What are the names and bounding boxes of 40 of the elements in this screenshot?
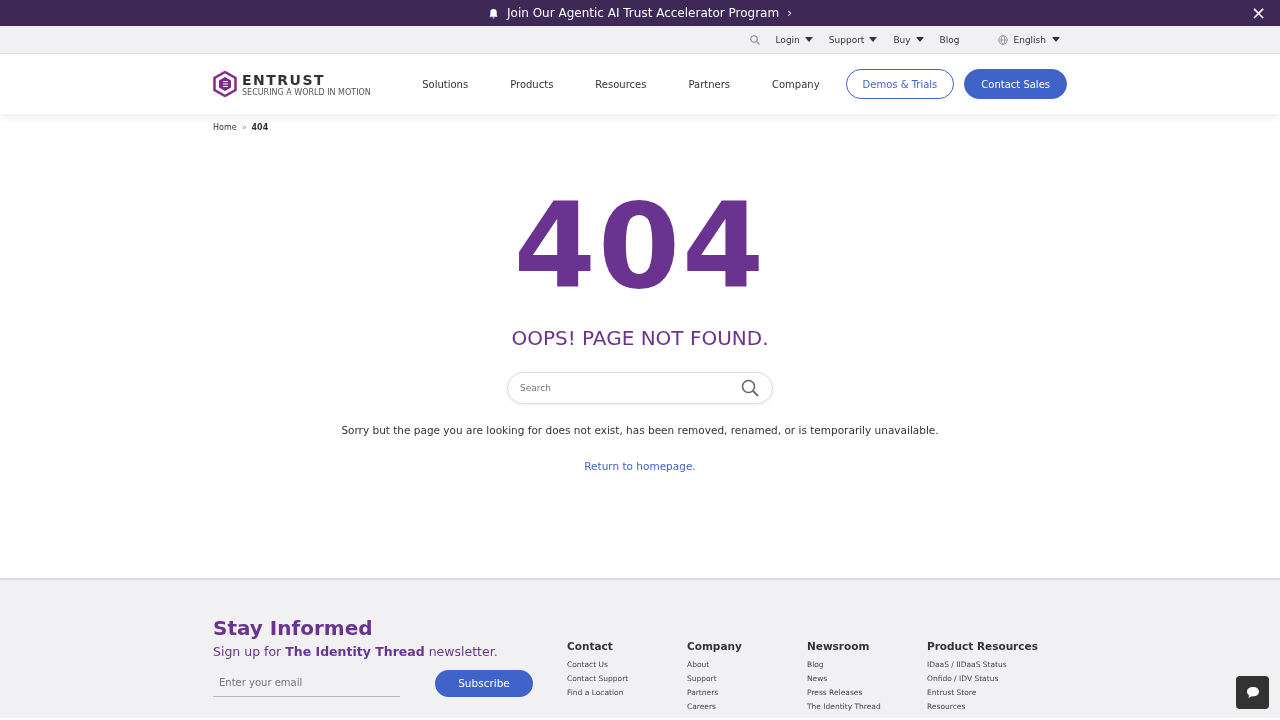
homepage-link[interactable]: Return to homepage. [584, 460, 696, 472]
newsletter-subtitle: Sign up for The Identity Thread newsletter. [213, 644, 499, 659]
logo-tagline: SECURING A WORLD IN MOTION [242, 87, 371, 97]
utility-link[interactable]: Blog [939, 34, 960, 45]
error-message: Sorry but the page you are looking for does not exist, has been removed, renamed, or is temporarily unavailable. [341, 424, 939, 436]
nav-link[interactable]: Resources [595, 78, 647, 90]
footer-heading: Newsroom [807, 640, 870, 652]
close-button[interactable]: × [1250, 3, 1266, 23]
language-selector[interactable]: English [1013, 34, 1046, 45]
hexagon-logo-icon[interactable] [213, 71, 237, 97]
contact-sales-button[interactable]: Contact Sales [964, 69, 1067, 99]
error-title: OOPS! PAGE NOT FOUND. [511, 326, 769, 350]
logo-wordmark[interactable]: ENTRUST [242, 71, 371, 88]
chat-bubble-icon [1245, 686, 1260, 699]
utility-link[interactable]: Buy [893, 34, 911, 45]
subscribe-button[interactable]: Subscribe [435, 669, 533, 697]
breadcrumb-link[interactable]: Home [213, 123, 237, 132]
error-code: 404 [513, 186, 767, 306]
utility-link[interactable]: Login [775, 34, 800, 45]
search-field[interactable]: Search [507, 372, 773, 404]
footer-heading: Product Resources [927, 640, 1038, 652]
chevron-icon: › [787, 6, 792, 20]
globe-icon [997, 34, 1008, 45]
nav-link[interactable]: Company [772, 78, 820, 90]
breadcrumb-separator: » [241, 123, 247, 132]
newsletter-title: Stay Informed [213, 616, 374, 640]
demos-button[interactable]: Demos & Trials [845, 69, 955, 99]
breadcrumb-current: 404 [251, 123, 269, 132]
nav-link[interactable]: Solutions [422, 78, 469, 90]
footer-heading: Company [687, 640, 742, 652]
caret-icon [1052, 37, 1060, 42]
nav-link[interactable]: Partners [688, 78, 730, 90]
nav-link[interactable]: Products [510, 78, 554, 90]
utility-link[interactable]: Support [828, 34, 865, 45]
search-icon[interactable] [741, 379, 759, 397]
bell-icon [488, 7, 499, 19]
search-icon[interactable] [749, 34, 760, 45]
footer-heading: Contact [567, 640, 613, 652]
announcement-text[interactable]: Join Our Agentic AI Trust Accelerator Program [507, 6, 780, 20]
chat-button[interactable] [1236, 676, 1269, 709]
